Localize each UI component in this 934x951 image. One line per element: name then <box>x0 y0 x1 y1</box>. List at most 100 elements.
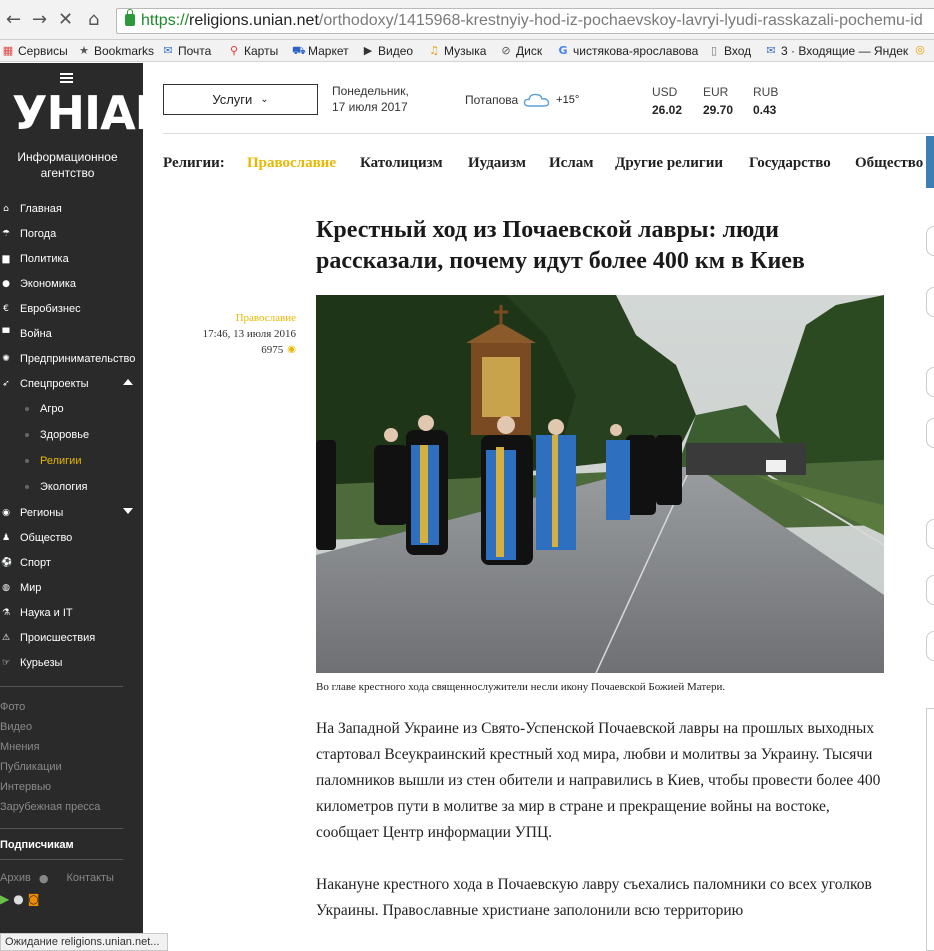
weather-city: Потапова <box>465 93 519 107</box>
bookmark-disk[interactable]: ⊘ Диск <box>500 44 542 58</box>
inbox-icon: ✉ <box>766 44 776 57</box>
bookmark-search[interactable]: Gчистякова-ярославова <box>557 44 698 58</box>
bookmark-services[interactable]: ▦ Сервисы <box>2 44 68 58</box>
sidebar-item-society[interactable]: ♟ Общество <box>0 525 143 550</box>
people-icon: ♟ <box>1 532 11 543</box>
play-icon: ▶ <box>363 44 373 57</box>
tab-judaism[interactable]: Иудаизм <box>468 155 526 172</box>
sidebar-link-publications[interactable]: Публикации <box>0 757 143 777</box>
contacts-link[interactable]: Контакты <box>66 872 114 884</box>
share-icon[interactable] <box>926 418 934 448</box>
forward-icon[interactable]: → <box>32 11 47 29</box>
sidebar-item-business[interactable]: ✺ Предпринимательство <box>0 346 143 371</box>
sidebar-item-economy[interactable]: ● Экономика <box>0 271 143 296</box>
bookmark-bookmarks[interactable]: ★ Bookmarks <box>78 44 154 58</box>
fx-rub: RUB 0.43 <box>753 85 779 117</box>
chat-icon[interactable]: ● <box>39 872 49 885</box>
tab-other-religions[interactable]: Другие религии <box>615 155 723 172</box>
archive-link[interactable]: Архив <box>0 872 31 884</box>
sidebar-subitem-health[interactable]: Здоровье <box>0 422 143 448</box>
stop-icon[interactable]: ✕ <box>58 11 73 29</box>
sidebar-link-video[interactable]: Видео <box>0 717 143 737</box>
sidebar-item-weather[interactable]: ☂ Погода <box>0 221 143 246</box>
map-pin-icon: ⚲ <box>229 44 239 57</box>
share-icon[interactable] <box>926 287 934 317</box>
nav-scroll-edge[interactable] <box>926 136 934 188</box>
sidebar-item-curiosities[interactable]: ☞ Курьезы <box>0 650 143 675</box>
bookmark-extra[interactable]: ◎ <box>914 44 926 56</box>
tab-state[interactable]: Государство <box>749 155 831 172</box>
article-photo[interactable] <box>316 295 884 673</box>
current-date: Понедельник, 17 июля 2017 <box>332 84 409 114</box>
world-icon: ◍ <box>2 582 10 593</box>
google-icon: G <box>558 44 568 57</box>
apple-icon[interactable]: ● <box>13 892 23 906</box>
share-icon[interactable] <box>926 226 934 256</box>
tab-orthodoxy[interactable]: Православие <box>247 155 336 172</box>
sidebar-link-interviews[interactable]: Интервью <box>0 777 143 797</box>
mail-icon: ✉ <box>163 44 173 57</box>
back-icon[interactable]: ← <box>6 11 21 29</box>
google-play-icon[interactable]: ▶ <box>0 892 9 906</box>
article-body: На Западной Украине из Свято-Успенской П… <box>316 716 891 950</box>
lock-icon <box>125 9 135 26</box>
article-paragraph: На Западной Украине из Свято-Успенской П… <box>316 720 881 841</box>
logo[interactable]: УНІАН <box>12 85 173 141</box>
footer-links: Архив ● Контакты <box>0 868 143 888</box>
rocket-icon: ➶ <box>2 378 10 389</box>
cart-icon: ⛟ <box>292 44 306 57</box>
home-button-icon[interactable]: ⌂ <box>88 11 99 29</box>
bookmark-inbox[interactable]: ✉ 3 · Входящие — Яндек <box>765 44 908 58</box>
warning-icon: ⚠ <box>1 632 11 643</box>
bookmark-video[interactable]: ▶ Видео <box>362 44 413 58</box>
sidebar-link-opinions[interactable]: Мнения <box>0 737 143 757</box>
sidebar-item-eurobusiness[interactable]: € Евробизнес <box>0 296 143 321</box>
sidebar-item-sport[interactable]: ⚽ Спорт <box>0 550 143 575</box>
share-icon[interactable] <box>926 631 934 661</box>
weather-widget[interactable]: Потапова +15° <box>465 92 579 108</box>
bookmark-market[interactable]: ⛟ Маркет <box>292 44 349 58</box>
hamburger-icon[interactable] <box>60 73 73 85</box>
article-views: 6975 ◉ <box>261 344 296 356</box>
weather-temp: +15° <box>556 94 580 106</box>
sidebar-link-photo[interactable]: Фото <box>0 697 143 717</box>
sidebar-item-war[interactable]: ▀ Война <box>0 321 143 346</box>
sidebar-link-foreign-press[interactable]: Зарубежная пресса <box>0 797 143 817</box>
share-icon[interactable] <box>926 367 934 397</box>
bookmark-mail[interactable]: ✉ Почта <box>162 44 211 58</box>
caret-down-icon[interactable] <box>123 508 133 514</box>
share-icon[interactable] <box>926 575 934 605</box>
globe-icon: ● <box>2 278 10 289</box>
secondary-menu: Фото Видео Мнения Публикации Интервью За… <box>0 697 143 817</box>
address-bar[interactable]: https://religions.unian.net/orthodoxy/14… <box>116 8 934 34</box>
sidebar-subitem-ecology[interactable]: Экология <box>0 474 143 500</box>
gears-icon: ✺ <box>2 353 10 364</box>
fx-usd: USD 26.02 <box>652 85 683 117</box>
sidebar-item-world[interactable]: ◍ Мир <box>0 575 143 600</box>
sidebar-item-specprojects[interactable]: ➶ Спецпроекты <box>0 371 143 396</box>
tab-society[interactable]: Общество <box>855 155 923 172</box>
photo-caption: Во главе крестного хода священнослужител… <box>316 681 726 693</box>
sidebar-item-home[interactable]: ⌂ Главная <box>0 196 143 221</box>
sidebar-item-regions[interactable]: ◉ Регионы <box>0 500 143 525</box>
main-menu: ⌂ Главная ☂ Погода ▆ Политика ● Экономика € Е… <box>0 196 143 906</box>
services-dropdown[interactable]: Услуги ⌄ <box>163 84 318 115</box>
bookmark-login[interactable]: ▯ Вход <box>708 44 751 58</box>
page-icon: ▯ <box>710 44 718 57</box>
tab-islam[interactable]: Ислам <box>549 155 593 172</box>
sidebar-item-politics[interactable]: ▆ Политика <box>0 246 143 271</box>
rss-icon[interactable]: ◙ <box>28 892 40 906</box>
sidebar-subitem-religions[interactable]: Религии <box>0 448 143 474</box>
tab-catholicism[interactable]: Католицизм <box>360 155 443 172</box>
article-category[interactable]: Православие <box>160 310 296 326</box>
divider <box>0 859 123 860</box>
share-icon[interactable] <box>926 519 934 549</box>
bookmark-maps[interactable]: ⚲ Карты <box>228 44 278 58</box>
right-banner[interactable] <box>926 708 934 951</box>
sidebar-subitem-agro[interactable]: Агро <box>0 396 143 422</box>
sidebar-item-science[interactable]: ⚗ Наука и IT <box>0 600 143 625</box>
caret-up-icon[interactable] <box>123 379 133 385</box>
sidebar-item-incidents[interactable]: ⚠ Происшествия <box>0 625 143 650</box>
subscribers-link[interactable]: Подписчикам <box>0 835 143 855</box>
bookmark-music[interactable]: ♫ Музыка <box>428 44 486 58</box>
